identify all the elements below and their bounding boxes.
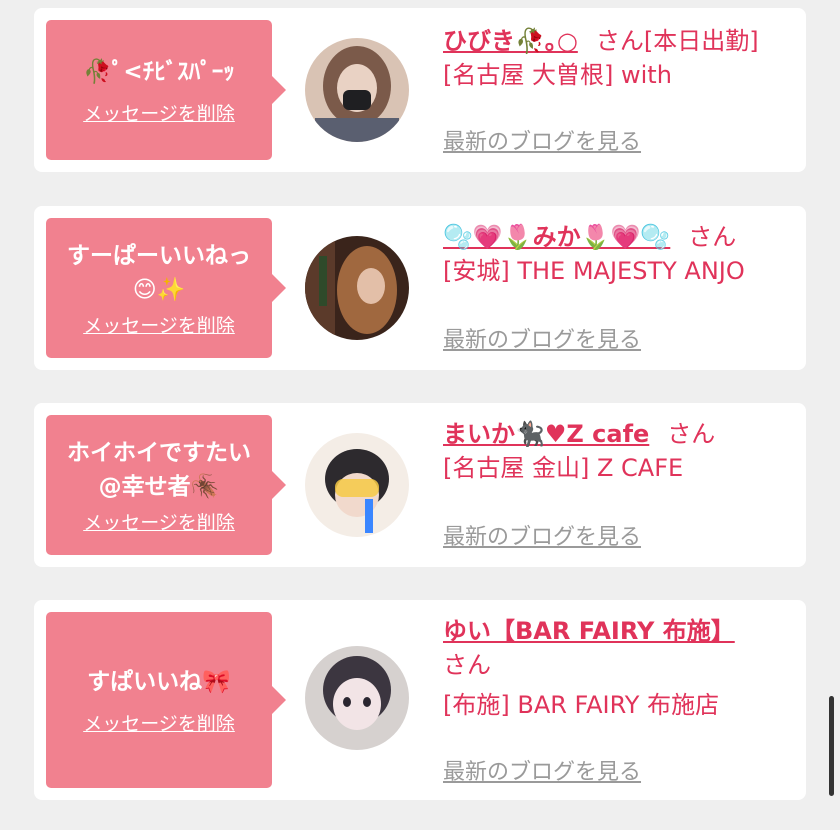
avatar[interactable] [305, 236, 409, 340]
delete-message-link[interactable]: メッセージを削除 [83, 99, 235, 126]
message-bubble: すーぱーいいねっ😊✨ メッセージを削除 [46, 218, 286, 358]
avatar-photo [305, 38, 409, 142]
honorific: さん [688, 223, 737, 251]
latest-blog-link[interactable]: 最新のブログを見る [443, 124, 641, 156]
honorific: さん [667, 420, 716, 448]
latest-blog-link[interactable]: 最新のブログを見る [443, 322, 641, 354]
avatar-photo [305, 433, 409, 537]
latest-blog-link[interactable]: 最新のブログを見る [443, 754, 641, 786]
latest-blog-link[interactable]: 最新のブログを見る [443, 519, 641, 551]
message-text: すーぱーいいねっ😊✨ [67, 242, 251, 303]
profile-name-link[interactable]: 🫧💗🌷みか🌷💗🫧 [443, 223, 670, 251]
scrollbar[interactable] [829, 696, 834, 796]
honorific: さん [443, 651, 491, 679]
shop-name: [安城] THE MAJESTY ANJO [443, 257, 745, 285]
profile-name-link[interactable]: ひびき🥀｡○ [443, 27, 578, 55]
honorific-line: さん [443, 648, 798, 682]
shop-name: [名古屋 大曽根] with [443, 61, 672, 89]
name-line: 🫧💗🌷みか🌷💗🫧 さん [443, 220, 798, 254]
message-card: すーぱーいいねっ😊✨ メッセージを削除 🫧💗🌷みか🌷💗🫧 さん [安城] THE … [34, 206, 806, 370]
message-card: ホイホイですたい@幸せ者🪳 メッセージを削除 まいか🐈‍⬛♥Z cafe さん [… [34, 403, 806, 567]
honorific: さん [595, 27, 644, 55]
message-bubble: 🥀ﾟ<ﾁﾋﾞｽﾊﾟｰｯ メッセージを削除 [46, 20, 286, 160]
shop-name: [布施] BAR FAIRY 布施店 [443, 691, 720, 719]
profile-info: ゆい【BAR FAIRY 布施】 さん [布施] BAR FAIRY 布施店 [443, 614, 798, 722]
profile-info: まいか🐈‍⬛♥Z cafe さん [名古屋 金山] Z CAFE [443, 417, 798, 485]
name-line: ゆい【BAR FAIRY 布施】 [443, 614, 798, 648]
profile-info: ひびき🥀｡○ さん[本日出勤] [名古屋 大曽根] with [443, 24, 798, 92]
message-bubble: すぱいいね🎀 メッセージを削除 [46, 612, 286, 788]
message-text: ホイホイですたい@幸せ者🪳 [67, 439, 251, 500]
message-text: すぱいいね🎀 [87, 668, 231, 695]
delete-message-link[interactable]: メッセージを削除 [83, 709, 235, 736]
message-text: 🥀ﾟ<ﾁﾋﾞｽﾊﾟｰｯ [83, 58, 235, 85]
status-badge: [本日出勤] [643, 27, 759, 55]
profile-name-link[interactable]: ゆい【BAR FAIRY 布施】 [443, 617, 735, 645]
profile-name-link[interactable]: まいか🐈‍⬛♥Z cafe [443, 420, 649, 448]
profile-info: 🫧💗🌷みか🌷💗🫧 さん [安城] THE MAJESTY ANJO [443, 220, 798, 288]
shop-name: [名古屋 金山] Z CAFE [443, 454, 684, 482]
avatar[interactable] [305, 646, 409, 750]
message-card: すぱいいね🎀 メッセージを削除 ゆい【BAR FAIRY 布施】 さん [布施]… [34, 600, 806, 800]
delete-message-link[interactable]: メッセージを削除 [83, 311, 235, 338]
message-card: 🥀ﾟ<ﾁﾋﾞｽﾊﾟｰｯ メッセージを削除 ひびき🥀｡○ さん[本日出勤] [名古屋… [34, 8, 806, 172]
delete-message-link[interactable]: メッセージを削除 [83, 508, 235, 535]
avatar[interactable] [305, 433, 409, 537]
name-line: ひびき🥀｡○ さん[本日出勤] [443, 24, 798, 58]
name-line: まいか🐈‍⬛♥Z cafe さん [443, 417, 798, 451]
avatar-photo [305, 236, 409, 340]
avatar-photo [305, 646, 409, 750]
avatar[interactable] [305, 38, 409, 142]
message-bubble: ホイホイですたい@幸せ者🪳 メッセージを削除 [46, 415, 286, 555]
